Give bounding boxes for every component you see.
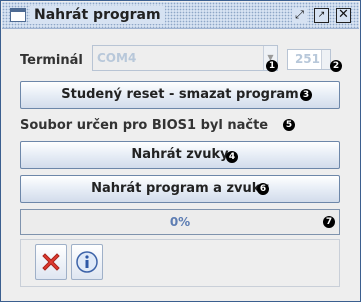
info-icon [76,251,98,273]
port-combobox-value: COM4 [97,51,137,65]
address-spinner[interactable]: 251 [287,49,331,70]
upload-sounds-button[interactable]: Nahrát zvuky [20,141,340,169]
progress-label: 0% [169,215,191,229]
status-message: Soubor určen pro BIOS1 byl načte [20,118,269,133]
upload-program-and-sounds-button[interactable]: Nahrát program a zvuky [20,175,340,203]
bottom-toolbar [20,239,340,287]
cancel-button[interactable] [35,244,67,280]
close-icon[interactable]: ✕ [336,8,351,23]
port-combobox[interactable]: COM4 ▼ [92,45,278,71]
badge-2: 2 [330,60,342,72]
badge-4: 4 [226,151,238,163]
badge-5: 5 [283,119,295,131]
upload-sounds-label: Nahrát zvuky [131,147,229,162]
cold-reset-button[interactable]: Studený reset - smazat program [20,81,340,109]
window-title: Nahrát program [30,6,165,24]
terminal-label: Terminál [20,53,83,68]
badge-6: 6 [257,183,269,195]
upload-program-and-sounds-label: Nahrát program a zvuky [91,181,269,196]
restore-icon[interactable]: ⤢ [292,8,307,23]
info-button[interactable] [71,244,103,280]
upload-progress-bar: 0% [20,209,340,235]
badge-3: 3 [300,89,312,101]
spinner-arrows[interactable] [321,50,330,69]
cold-reset-label: Studený reset - smazat program [61,87,299,102]
badge-1: 1 [266,60,278,72]
window-icon [10,8,26,22]
badge-7: 7 [323,216,335,228]
address-spinner-value: 251 [294,52,320,66]
dialog-window: Nahrát program ⤢ ↗ ✕ Terminál COM4 ▼ 1 2… [0,0,361,302]
maximize-icon[interactable]: ↗ [314,8,329,23]
cancel-icon [42,253,60,271]
title-bar[interactable]: Nahrát program ⤢ ↗ ✕ [2,2,359,29]
